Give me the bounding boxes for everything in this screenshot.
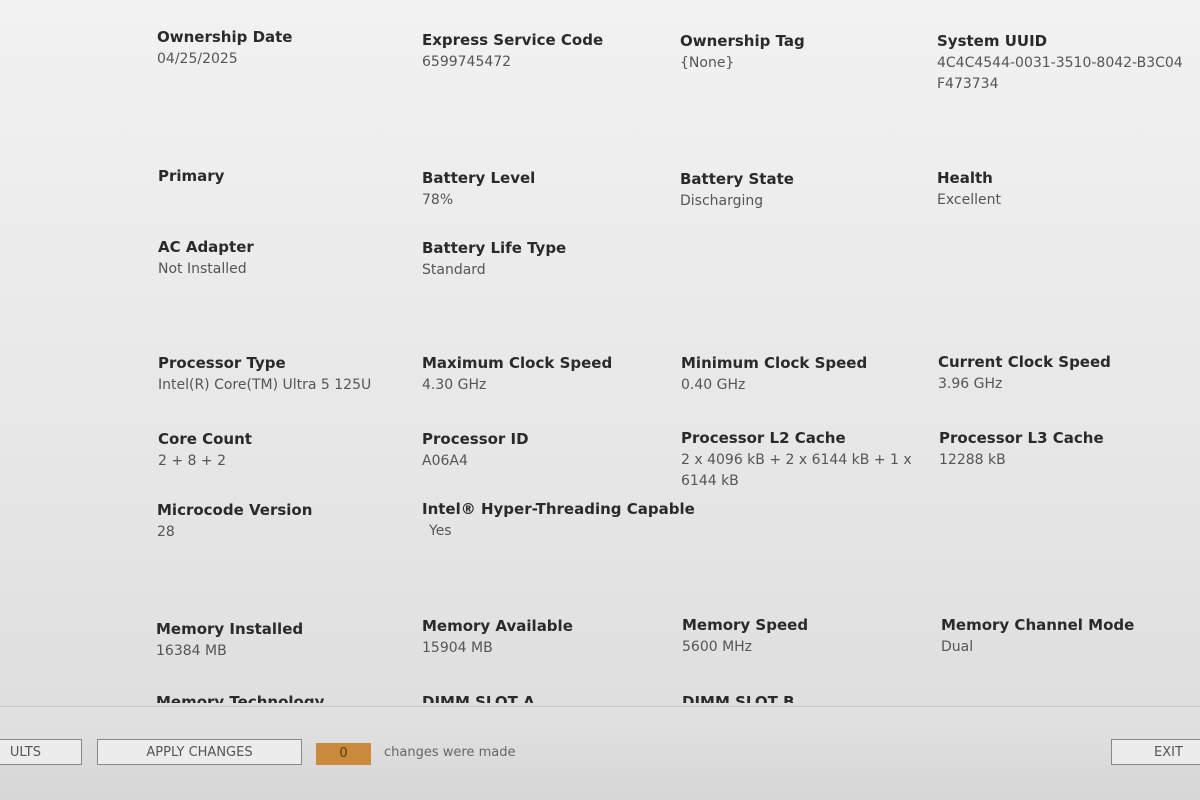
express-service-code-field: Express Service Code 6599745472 bbox=[422, 30, 672, 73]
ownership-date-field: Ownership Date 04/25/2025 bbox=[157, 27, 407, 70]
core-count-value: 2 + 8 + 2 bbox=[158, 453, 226, 469]
changes-count-badge: 0 bbox=[316, 743, 371, 765]
processor-id-label: Processor ID bbox=[422, 430, 529, 448]
hyperthreading-value: Yes bbox=[429, 523, 452, 539]
min-clock-speed-label: Minimum Clock Speed bbox=[681, 354, 868, 372]
express-service-code-value: 6599745472 bbox=[422, 54, 512, 70]
memory-speed-label: Memory Speed bbox=[682, 616, 809, 634]
ownership-date-label: Ownership Date bbox=[157, 28, 293, 46]
processor-type-field: Processor Type Intel(R) Core(TM) Ultra 5… bbox=[158, 353, 408, 396]
battery-state-label: Battery State bbox=[680, 170, 794, 188]
ac-adapter-field: AC Adapter Not Installed bbox=[158, 237, 408, 280]
primary-battery-label: Primary bbox=[158, 167, 225, 185]
battery-health-field: Health Excellent bbox=[937, 168, 1187, 211]
l3-cache-label: Processor L3 Cache bbox=[939, 429, 1104, 447]
l3-cache-field: Processor L3 Cache 12288 kB bbox=[939, 428, 1189, 471]
ownership-tag-value: {None} bbox=[680, 55, 735, 71]
battery-health-label: Health bbox=[937, 169, 993, 187]
l2-cache-field: Processor L2 Cache 2 x 4096 kB + 2 x 614… bbox=[681, 428, 931, 492]
battery-life-type-value: Standard bbox=[422, 262, 486, 278]
battery-life-type-field: Battery Life Type Standard bbox=[422, 238, 672, 281]
memory-installed-label: Memory Installed bbox=[156, 620, 304, 638]
memory-speed-value: 5600 MHz bbox=[682, 639, 753, 655]
system-uuid-label: System UUID bbox=[937, 32, 1048, 50]
ownership-date-value: 04/25/2025 bbox=[157, 51, 238, 67]
battery-level-value: 78% bbox=[422, 192, 454, 208]
memory-installed-value: 16384 MB bbox=[156, 643, 227, 659]
load-defaults-button[interactable]: ULTS bbox=[0, 739, 82, 765]
memory-installed-field: Memory Installed 16384 MB bbox=[156, 619, 406, 662]
hyperthreading-label: Intel® Hyper-Threading Capable bbox=[422, 500, 695, 518]
min-clock-speed-value: 0.40 GHz bbox=[681, 377, 746, 393]
ownership-tag-field: Ownership Tag {None} bbox=[680, 31, 930, 74]
memory-channel-mode-label: Memory Channel Mode bbox=[941, 616, 1135, 634]
ownership-tag-label: Ownership Tag bbox=[680, 32, 805, 50]
current-clock-speed-value: 3.96 GHz bbox=[938, 376, 1003, 392]
hyperthreading-field: Intel® Hyper-Threading Capable Yes bbox=[422, 499, 695, 542]
processor-id-field: Processor ID A06A4 bbox=[422, 429, 672, 472]
ac-adapter-label: AC Adapter bbox=[158, 238, 254, 256]
bios-system-info-screen: Ownership Date 04/25/2025 Express Servic… bbox=[0, 0, 1200, 800]
memory-available-label: Memory Available bbox=[422, 617, 573, 635]
memory-channel-mode-value: Dual bbox=[941, 639, 974, 655]
battery-level-field: Battery Level 78% bbox=[422, 168, 672, 211]
dimm-slot-b-label: DIMM SLOT B bbox=[682, 693, 795, 703]
max-clock-speed-label: Maximum Clock Speed bbox=[422, 354, 613, 372]
system-uuid-field: System UUID 4C4C4544-0031-3510-8042-B3C0… bbox=[937, 31, 1189, 95]
memory-speed-field: Memory Speed 5600 MHz bbox=[682, 615, 932, 658]
max-clock-speed-value: 4.30 GHz bbox=[422, 377, 487, 393]
current-clock-speed-field: Current Clock Speed 3.96 GHz bbox=[938, 352, 1188, 395]
max-clock-speed-field: Maximum Clock Speed 4.30 GHz bbox=[422, 353, 672, 396]
battery-state-field: Battery State Discharging bbox=[680, 169, 930, 212]
memory-available-value: 15904 MB bbox=[422, 640, 493, 656]
exit-button[interactable]: EXIT bbox=[1111, 739, 1200, 765]
processor-id-value: A06A4 bbox=[422, 453, 468, 469]
memory-technology-label: Memory Technology bbox=[156, 693, 325, 703]
processor-type-value: Intel(R) Core(TM) Ultra 5 125U bbox=[158, 377, 372, 393]
microcode-version-value: 28 bbox=[157, 524, 175, 540]
footer-bar: ULTS APPLY CHANGES 0 changes were made E… bbox=[0, 706, 1200, 800]
battery-state-value: Discharging bbox=[680, 193, 764, 209]
processor-type-label: Processor Type bbox=[158, 354, 286, 372]
core-count-field: Core Count 2 + 8 + 2 bbox=[158, 429, 408, 472]
battery-health-value: Excellent bbox=[937, 192, 1001, 208]
dimm-slot-a-label: DIMM SLOT A bbox=[422, 693, 535, 703]
l2-cache-label: Processor L2 Cache bbox=[681, 429, 846, 447]
ac-adapter-value: Not Installed bbox=[158, 261, 247, 277]
memory-channel-mode-field: Memory Channel Mode Dual bbox=[941, 615, 1191, 658]
min-clock-speed-field: Minimum Clock Speed 0.40 GHz bbox=[681, 353, 931, 396]
primary-battery-field: Primary bbox=[158, 166, 408, 186]
l3-cache-value: 12288 kB bbox=[939, 452, 1006, 468]
express-service-code-label: Express Service Code bbox=[422, 31, 604, 49]
battery-life-type-label: Battery Life Type bbox=[422, 239, 567, 257]
core-count-label: Core Count bbox=[158, 430, 252, 448]
system-uuid-value: 4C4C4544-0031-3510-8042-B3C04F473734 bbox=[937, 55, 1183, 92]
memory-available-field: Memory Available 15904 MB bbox=[422, 616, 672, 659]
microcode-version-label: Microcode Version bbox=[157, 501, 313, 519]
microcode-version-field: Microcode Version 28 bbox=[157, 500, 407, 543]
battery-level-label: Battery Level bbox=[422, 169, 536, 187]
changes-status-text: changes were made bbox=[384, 745, 516, 760]
current-clock-speed-label: Current Clock Speed bbox=[938, 353, 1111, 371]
apply-changes-button[interactable]: APPLY CHANGES bbox=[97, 739, 302, 765]
l2-cache-value: 2 x 4096 kB + 2 x 6144 kB + 1 x 6144 kB bbox=[681, 452, 912, 489]
